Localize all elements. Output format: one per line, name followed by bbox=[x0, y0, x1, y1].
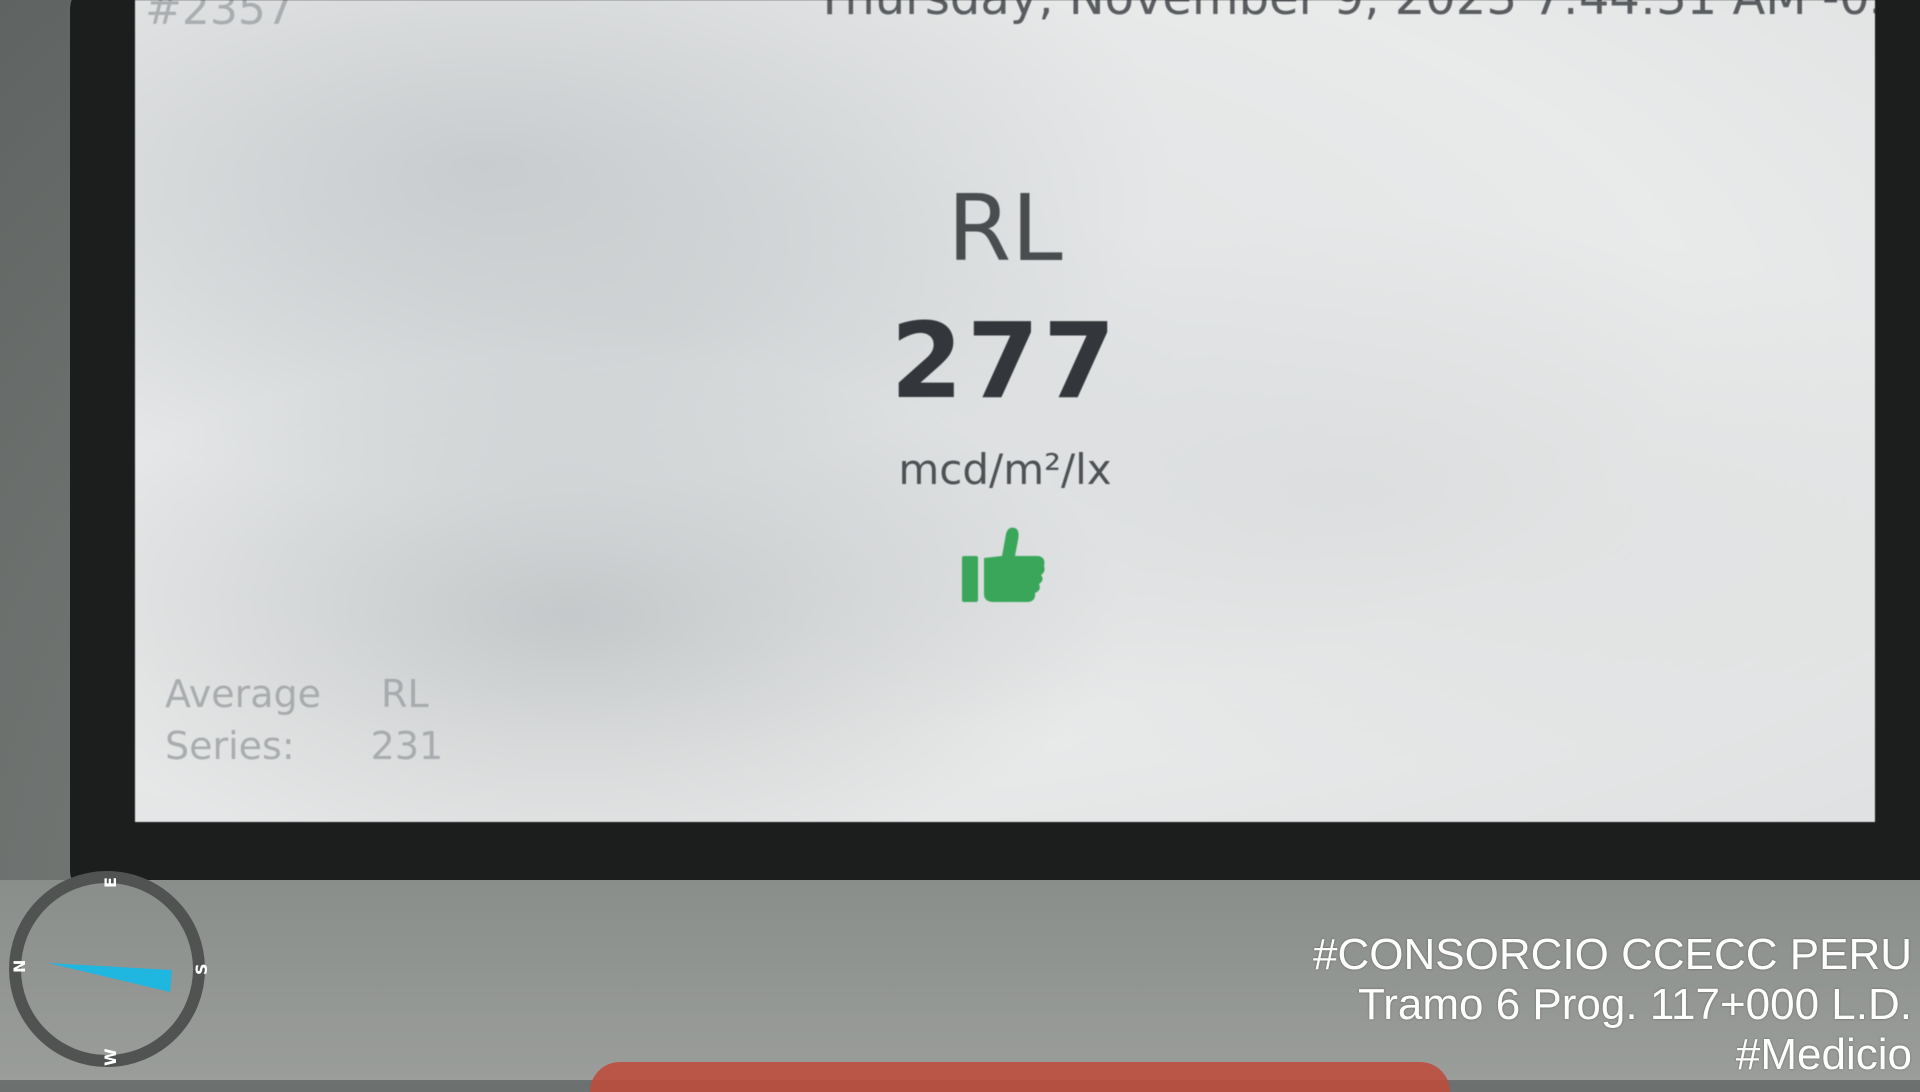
caption-line-2: Tramo 6 Prog. 117+000 L.D. bbox=[1358, 980, 1912, 1029]
screen-datetime: Thursday, November 9, 2023 7:44:31 AM -0… bbox=[815, 0, 1875, 26]
caption-line-1: #CONSORCIO CCECC PERU bbox=[1313, 930, 1912, 979]
compass-icon: N E S W bbox=[9, 871, 210, 1067]
compass-label-n: N bbox=[10, 960, 29, 973]
average-value: 231 bbox=[370, 724, 444, 768]
average-series: Average RL Series: 231 bbox=[165, 668, 443, 772]
metric-label: RL bbox=[947, 175, 1063, 282]
thumbs-up-icon bbox=[962, 527, 1045, 602]
compass-label-w: W bbox=[101, 1048, 120, 1066]
average-metric: RL bbox=[381, 672, 429, 716]
photo-caption: #CONSORCIO CCECC PERU Tramo 6 Prog. 117+… bbox=[1313, 930, 1912, 1080]
average-label: Average bbox=[165, 672, 322, 716]
metric-unit: mcd/m²/lx bbox=[898, 445, 1112, 494]
record-id: #2357 bbox=[145, 0, 294, 35]
compass-needle bbox=[48, 963, 172, 992]
compass-label-s: S bbox=[192, 963, 210, 975]
series-label: Series: bbox=[165, 724, 295, 768]
metric-value: 277 bbox=[890, 300, 1120, 422]
caption-line-3: #Medicio bbox=[1735, 1030, 1912, 1079]
device-screen: #2357 Thursday, November 9, 2023 7:44:31… bbox=[135, 0, 1875, 822]
compass-label-e: E bbox=[101, 877, 120, 888]
